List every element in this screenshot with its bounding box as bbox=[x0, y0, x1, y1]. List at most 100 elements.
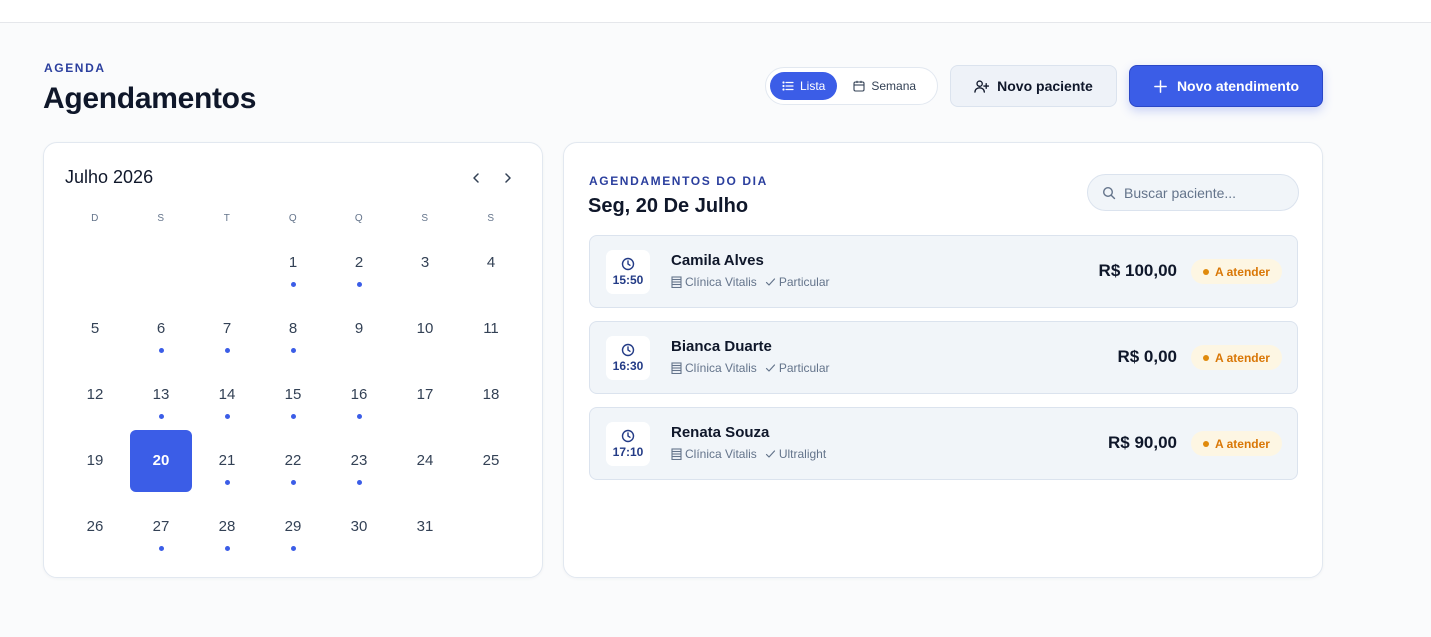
calendar-day[interactable]: 10 bbox=[392, 296, 458, 362]
calendar-day[interactable]: 26 bbox=[62, 494, 128, 560]
appointment-meta: Clínica Vitalis Ultralight bbox=[671, 447, 826, 461]
calendar-day[interactable]: 14 bbox=[194, 362, 260, 428]
calendar-day-number: 5 bbox=[90, 319, 100, 337]
chevron-left-icon bbox=[473, 173, 479, 183]
calendar-month-label: Julho 2026 bbox=[65, 167, 154, 187]
clinic-name: Clínica Vitalis bbox=[685, 447, 757, 461]
calendar-day-number: 15 bbox=[284, 385, 302, 403]
appointment-row[interactable]: 17:10 Renata Souza Clínica Vitalis Ultralig… bbox=[589, 407, 1298, 480]
calendar-day-number: 2 bbox=[354, 253, 364, 271]
clinic-name: Clínica Vitalis bbox=[685, 361, 757, 375]
patient-name: Bianca Duarte bbox=[671, 338, 772, 355]
appointment-time: 16:30 bbox=[612, 359, 644, 373]
plan-name: Ultralight bbox=[778, 447, 827, 461]
appointment-indicator-dot bbox=[357, 480, 362, 485]
calendar-day-selected[interactable]: 20 bbox=[128, 428, 194, 494]
calendar-day[interactable]: 30 bbox=[326, 494, 392, 560]
time-box: 16:30 bbox=[606, 336, 650, 380]
calendar-grid: 1 2 3 4 5 6 7 8 9 10 11 12 13 14 15 16 17 18 19 20 21 22 23 24 2… bbox=[62, 230, 524, 560]
calendar-day[interactable]: 31 bbox=[392, 494, 458, 560]
calendar-day[interactable]: 27 bbox=[128, 494, 194, 560]
appointment-indicator-dot bbox=[357, 414, 362, 419]
calendar-day-number: 25 bbox=[482, 451, 500, 469]
new-patient-button[interactable]: Novo paciente bbox=[950, 65, 1117, 107]
calendar-day[interactable]: 17 bbox=[392, 362, 458, 428]
calendar-day[interactable]: 5 bbox=[62, 296, 128, 362]
toggle-list-button[interactable]: Lista bbox=[770, 72, 838, 100]
weekday-label: S bbox=[157, 213, 165, 224]
calendar-day-number: 21 bbox=[218, 451, 236, 469]
clinic-chip: Clínica Vitalis bbox=[671, 275, 757, 289]
appointment-row[interactable]: 16:30 Bianca Duarte Clínica Vitalis Particu… bbox=[589, 321, 1298, 394]
new-patient-label: Novo paciente bbox=[997, 78, 1093, 94]
search-box bbox=[1087, 174, 1299, 211]
status-label: A atender bbox=[1215, 436, 1270, 451]
calendar-empty-cell bbox=[62, 230, 128, 296]
clinic-name: Clínica Vitalis bbox=[685, 275, 757, 289]
clock-icon bbox=[621, 343, 635, 357]
appointment-indicator-dot bbox=[291, 480, 296, 485]
plan-name: Particular bbox=[778, 275, 830, 289]
chevron-right-icon bbox=[505, 173, 511, 183]
calendar-day[interactable]: 11 bbox=[458, 296, 524, 362]
new-appointment-button[interactable]: Novo atendimento bbox=[1129, 65, 1323, 107]
calendar-day-number: 30 bbox=[350, 517, 368, 535]
appointment-price: R$ 100,00 bbox=[1098, 261, 1177, 280]
building-icon bbox=[671, 448, 682, 460]
page-title: Agendamentos bbox=[43, 82, 257, 115]
calendar-day-number: 17 bbox=[416, 385, 434, 403]
calendar-day[interactable]: 7 bbox=[194, 296, 260, 362]
calendar-prev-button[interactable] bbox=[467, 169, 485, 187]
calendar-day[interactable]: 13 bbox=[128, 362, 194, 428]
calendar-day-number: 12 bbox=[86, 385, 104, 403]
calendar-day[interactable]: 29 bbox=[260, 494, 326, 560]
toggle-list-label: Lista bbox=[800, 79, 826, 93]
time-box: 17:10 bbox=[606, 422, 650, 466]
calendar-day[interactable]: 8 bbox=[260, 296, 326, 362]
calendar-day[interactable]: 19 bbox=[62, 428, 128, 494]
calendar-day-number: 10 bbox=[416, 319, 434, 337]
calendar-day[interactable]: 6 bbox=[128, 296, 194, 362]
new-appointment-label: Novo atendimento bbox=[1176, 78, 1300, 94]
calendar-day-number: 19 bbox=[86, 451, 104, 469]
toggle-week-button[interactable]: Semana bbox=[841, 72, 928, 100]
calendar-day[interactable]: 24 bbox=[392, 428, 458, 494]
plan-name: Particular bbox=[778, 361, 830, 375]
calendar-day-number: 16 bbox=[350, 385, 368, 403]
calendar-day[interactable]: 3 bbox=[392, 230, 458, 296]
calendar-day[interactable]: 2 bbox=[326, 230, 392, 296]
calendar-day-number: 4 bbox=[486, 253, 496, 271]
calendar-weekdays: D S T Q Q S S bbox=[62, 213, 524, 227]
check-icon bbox=[765, 450, 775, 458]
calendar-day[interactable]: 23 bbox=[326, 428, 392, 494]
calendar-next-button[interactable] bbox=[499, 169, 517, 187]
appointment-row[interactable]: 15:50 Camila Alves Clínica Vitalis Particul… bbox=[589, 235, 1298, 308]
calendar-day[interactable]: 1 bbox=[260, 230, 326, 296]
appointment-time: 17:10 bbox=[612, 445, 644, 459]
check-icon bbox=[765, 364, 775, 372]
status-badge: A atender bbox=[1191, 259, 1282, 284]
calendar-day[interactable]: 21 bbox=[194, 428, 260, 494]
weekday-label: T bbox=[223, 213, 231, 224]
calendar-day[interactable]: 16 bbox=[326, 362, 392, 428]
appointment-indicator-dot bbox=[291, 546, 296, 551]
calendar-day[interactable]: 28 bbox=[194, 494, 260, 560]
calendar-day-number: 23 bbox=[350, 451, 368, 469]
calendar-day[interactable]: 12 bbox=[62, 362, 128, 428]
search-input[interactable] bbox=[1124, 184, 1284, 201]
calendar-day[interactable]: 18 bbox=[458, 362, 524, 428]
appointment-indicator-dot bbox=[225, 348, 230, 353]
calendar-day-number: 14 bbox=[218, 385, 236, 403]
calendar-day-number: 18 bbox=[482, 385, 500, 403]
calendar-day[interactable]: 4 bbox=[458, 230, 524, 296]
weekday-label: S bbox=[421, 213, 429, 224]
calendar-card: Julho 2026 D S T Q Q S S 1 2 3 4 5 6 7 8 9 10 11 12… bbox=[43, 142, 543, 578]
calendar-day[interactable]: 9 bbox=[326, 296, 392, 362]
calendar-day[interactable]: 15 bbox=[260, 362, 326, 428]
patient-name: Camila Alves bbox=[671, 252, 764, 269]
calendar-day[interactable]: 22 bbox=[260, 428, 326, 494]
plan-chip: Particular bbox=[765, 275, 830, 289]
building-icon bbox=[671, 276, 682, 288]
calendar-day-number: 31 bbox=[416, 517, 434, 535]
calendar-day[interactable]: 25 bbox=[458, 428, 524, 494]
